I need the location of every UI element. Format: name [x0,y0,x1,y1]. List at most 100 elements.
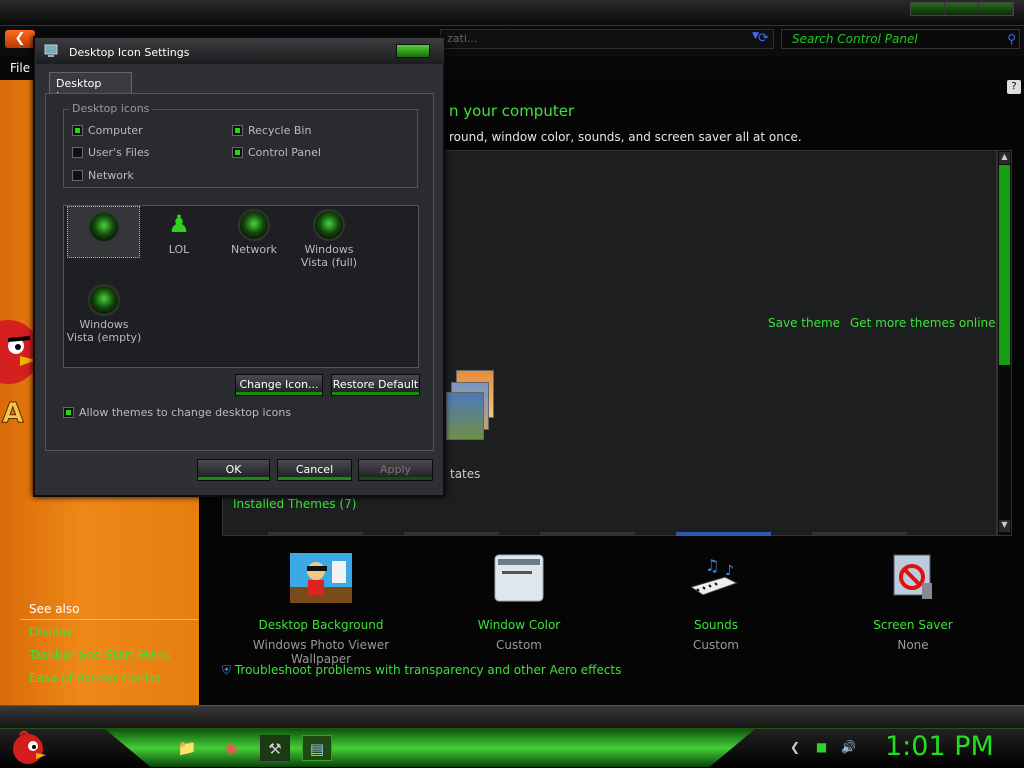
checkbox-network[interactable]: Network [72,169,134,182]
tile-subtitle: Windows Photo Viewer Wallpaper [252,638,390,666]
theme-row-marker [404,532,499,536]
taskbar-glow [105,729,755,767]
menu-file[interactable]: File [10,61,30,75]
icon-label: Windows Vista (full) [300,243,358,269]
theme-row-marker [268,532,363,536]
link-taskbar-start-menu[interactable]: Taskbar and Start Menu [29,648,171,662]
window-controls[interactable] [910,2,1014,16]
app-icon[interactable]: ⚒ [260,735,290,761]
checkbox-label: User's Files [88,146,150,159]
scroll-down-icon[interactable]: ▼ [999,520,1010,532]
tile-sounds[interactable]: ♫ ♪ Sounds Custom [621,553,811,652]
checkbox-icon[interactable] [72,147,83,158]
icon-label: Network [231,243,277,256]
theme-row-marker [812,532,907,536]
orb-icon [88,284,120,316]
status-bar [0,705,1024,728]
tile-window-color[interactable]: Window Color Custom [424,553,614,652]
window-color-icon [494,554,544,602]
checkbox-label: Computer [88,124,143,137]
theme-name-label: tates [450,467,481,481]
get-more-themes-link[interactable]: Get more themes online [850,316,996,330]
installed-themes-header: Installed Themes (7) [233,497,357,511]
tile-subtitle: Custom [496,638,542,652]
tile-subtitle: Custom [693,638,739,652]
icon-item-vista-full[interactable]: Windows Vista (full) [290,209,368,269]
user-icon: ♟ [168,210,190,238]
troubleshoot-link[interactable]: ⛨ Troubleshoot problems with transparenc… [222,663,621,678]
scrollbar-thumb[interactable] [999,165,1010,365]
see-also-divider [20,619,198,620]
checkbox-allow-themes[interactable]: Allow themes to change desktop icons [63,406,291,419]
icon-label: LOL [168,243,190,256]
theme-row-marker [540,532,635,536]
checkbox-computer[interactable]: Computer [72,124,143,137]
theme-row-marker [676,532,771,536]
network-icon[interactable]: ■ [816,740,827,754]
icon-item-vista-empty[interactable]: Windows Vista (empty) [65,284,143,344]
title-bar [0,0,1024,26]
cancel-button[interactable]: Cancel [277,459,352,481]
theme-thumbnail[interactable] [446,370,494,442]
address-bar[interactable]: zati... ▼ [440,29,774,49]
checkbox-icon[interactable] [72,170,83,181]
tile-title: Screen Saver [873,618,953,632]
folder-icon[interactable]: 📁 [172,735,202,761]
icon-item-lol[interactable]: ♟ LOL [140,209,218,256]
ok-button[interactable]: OK [197,459,270,481]
scroll-up-icon[interactable]: ▲ [999,152,1010,164]
checkbox-icon[interactable] [232,125,243,136]
checkbox-label: Allow themes to change desktop icons [79,406,292,419]
checkbox-label: Recycle Bin [248,124,312,137]
checkbox-icon[interactable] [63,407,74,418]
maximize-button[interactable] [945,3,979,15]
dialog-title: Desktop Icon Settings [69,46,190,59]
apply-button[interactable]: Apply [358,459,433,481]
checkbox-icon[interactable] [232,147,243,158]
svg-text:♪: ♪ [725,563,734,579]
group-title: Desktop icons [69,102,153,115]
tile-title: Sounds [693,618,739,632]
sounds-icon: ♫ ♪ [689,556,739,596]
close-button[interactable] [979,3,1013,15]
tray-arrow-icon[interactable]: ❮ [790,740,800,754]
search-icon[interactable]: ⚲ [1007,32,1016,46]
tile-desktop-background[interactable]: Desktop Background Windows Photo Viewer … [226,553,416,666]
save-theme-link[interactable]: Save theme [768,316,840,330]
restore-default-button[interactable]: Restore Default [331,374,420,396]
svg-text:♫: ♫ [705,556,719,575]
svg-text:A: A [2,396,24,429]
tab-desktop-icons[interactable]: Desktop Icons [49,72,132,103]
checkbox-control-panel[interactable]: Control Panel [232,146,321,159]
checkbox-label: Control Panel [248,146,321,159]
change-icon-button[interactable]: Change Icon... [235,374,323,396]
start-button-icon[interactable] [6,727,50,767]
minimize-button[interactable] [911,3,945,15]
refresh-icon[interactable]: ⟳ [758,31,774,47]
tile-screen-saver[interactable]: Screen Saver None [818,553,1008,652]
orb-icon [238,209,270,241]
checkbox-users-files[interactable]: User's Files [72,146,149,159]
search-input[interactable]: Search Control Panel ⚲ [781,29,1020,49]
dialog-close-button[interactable] [396,44,430,58]
checkbox-recycle-bin[interactable]: Recycle Bin [232,124,311,137]
volume-icon[interactable]: 🔊 [841,740,856,754]
dialog-computer-icon [44,44,58,57]
checkbox-icon[interactable] [72,125,83,136]
help-icon[interactable]: ? [1007,80,1021,94]
troubleshoot-label: Troubleshoot problems with transparency … [234,663,622,677]
chrome-icon[interactable]: ◉ [216,735,246,761]
checkbox-label: Network [88,169,134,182]
back-button[interactable]: ❮ [5,30,35,48]
icon-item-network[interactable]: Network [215,209,293,256]
system-tray[interactable]: ❮ ■ 🔊 [790,740,870,758]
orb-icon [313,209,345,241]
link-display[interactable]: Display [29,625,73,639]
link-ease-of-access[interactable]: Ease of Access Center [29,671,162,685]
page-description: round, window color, sounds, and screen … [449,130,802,144]
icon-item-selected[interactable] [67,206,140,258]
tile-subtitle: None [897,638,929,652]
orb-icon [87,211,120,243]
control-panel-task-icon[interactable]: ▤ [302,735,332,761]
taskbar-clock[interactable]: 1:01 PM [885,731,994,762]
